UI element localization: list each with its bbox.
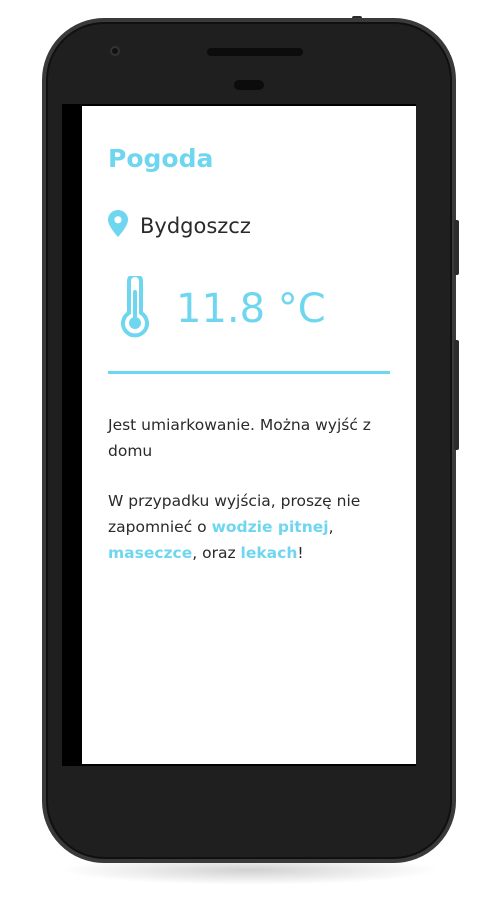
reminder-water: wodzie pitnej bbox=[211, 518, 329, 536]
temperature-row: 11.8 °C bbox=[118, 273, 326, 342]
temperature-value: 11.8 °C bbox=[176, 286, 326, 332]
location-city: Bydgoszcz bbox=[140, 213, 251, 238]
weather-summary: Jest umiarkowanie. Można wyjść z domu bbox=[108, 416, 371, 460]
reminder-separator-1: , bbox=[328, 518, 334, 536]
power-button bbox=[454, 220, 459, 275]
front-camera bbox=[110, 46, 120, 56]
earpiece-speaker bbox=[207, 48, 303, 56]
reminder-separator-2: , oraz bbox=[192, 544, 241, 562]
reminder-end: ! bbox=[297, 544, 304, 562]
volume-button bbox=[454, 340, 459, 450]
app-title: Pogoda bbox=[108, 144, 214, 173]
app-screen: Pogoda Bydgoszcz 11.8 °C Jest umiarkowan… bbox=[82, 106, 416, 764]
reminder-message: W przypadku wyjścia, proszę nie zapomnie… bbox=[108, 488, 398, 566]
location-row: Bydgoszcz bbox=[108, 210, 251, 241]
thermometer-icon bbox=[118, 273, 152, 342]
proximity-sensor bbox=[234, 80, 264, 90]
reminder-mask: maseczce bbox=[108, 544, 193, 562]
reminder-medicine: lekach bbox=[240, 544, 298, 562]
map-pin-icon bbox=[108, 210, 128, 241]
divider bbox=[108, 371, 390, 374]
